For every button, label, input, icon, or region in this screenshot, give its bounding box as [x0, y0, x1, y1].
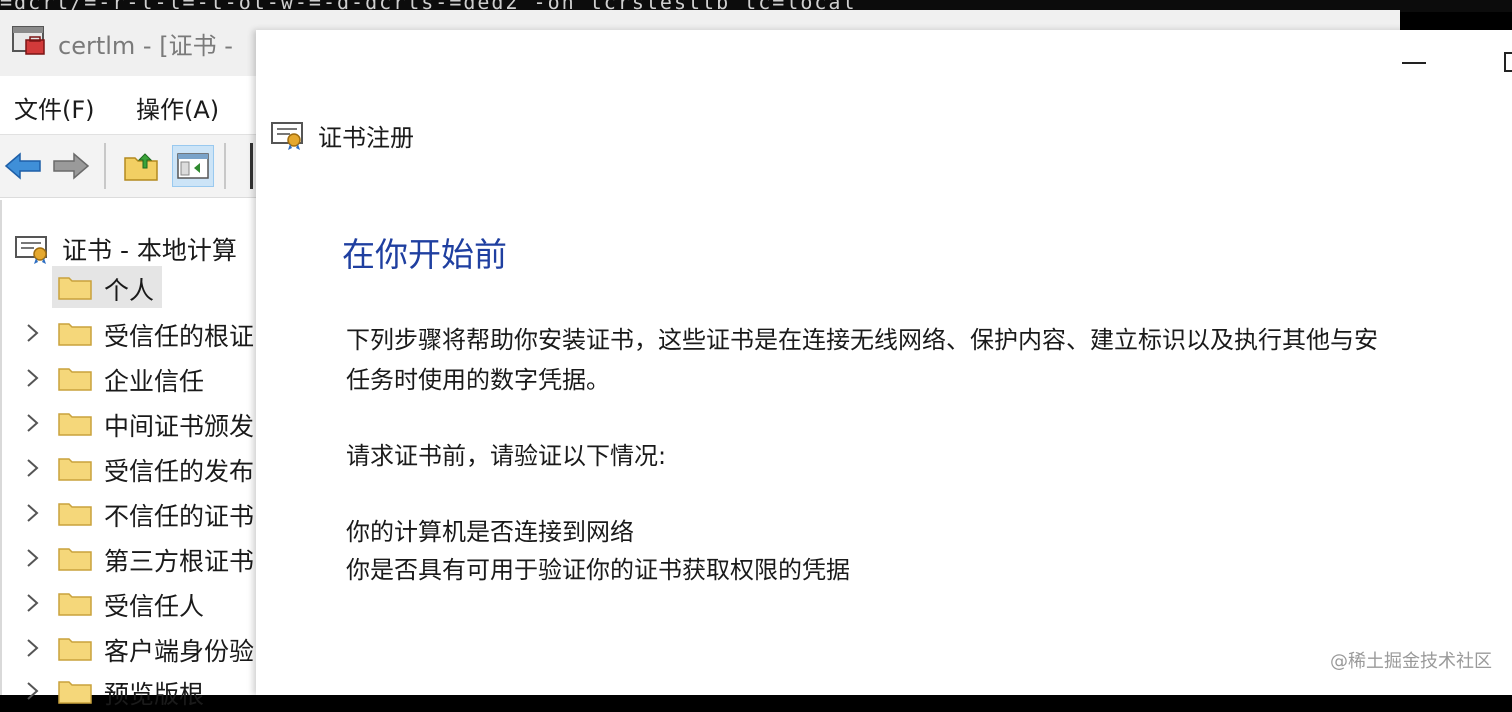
- intro-text-line-2: 任务时使用的数字凭据。: [346, 366, 610, 394]
- show-hide-console-tree-button[interactable]: [172, 145, 214, 187]
- tree-item[interactable]: 企业信任: [2, 357, 262, 399]
- maximize-button[interactable]: [1504, 52, 1512, 72]
- chevron-right-icon[interactable]: [22, 592, 42, 614]
- toolbar-separator: [224, 143, 226, 189]
- up-one-level-button[interactable]: [120, 145, 162, 187]
- chevron-right-icon[interactable]: [22, 412, 42, 434]
- folder-icon: [58, 638, 92, 661]
- back-arrow-icon: [4, 152, 41, 180]
- chevron-right-icon[interactable]: [22, 457, 42, 479]
- certlm-app-icon: [12, 26, 45, 55]
- tree-item-label: 个人: [104, 276, 155, 305]
- tree-item-label: 受信任的发布: [104, 457, 255, 486]
- certificates-store-icon: [15, 236, 47, 264]
- page-heading: 在你开始前: [342, 235, 507, 274]
- tree-item[interactable]: 客户端身份验: [2, 627, 262, 669]
- prerequisite-network: 你的计算机是否连接到网络: [346, 518, 634, 546]
- tree-item-label: 不信任的证书: [104, 502, 255, 531]
- toolbar-separator: [250, 143, 253, 189]
- tree-item[interactable]: 不信任的证书: [2, 492, 262, 534]
- chevron-right-icon[interactable]: [22, 680, 42, 702]
- tree-item-label: 中间证书颁发: [104, 412, 255, 441]
- tree-item[interactable]: 受信任的根证: [2, 312, 262, 354]
- toolbar-separator: [104, 143, 106, 189]
- tree-item-label: 企业信任: [104, 367, 205, 396]
- tree-root[interactable]: 证书 - 本地计算: [2, 226, 262, 268]
- menu-file[interactable]: 文件(F): [14, 90, 95, 125]
- show-hide-console-tree-icon: [177, 153, 209, 179]
- folder-icon: [58, 413, 92, 436]
- tree-item-label: 预览版根: [104, 680, 205, 709]
- chevron-right-icon[interactable]: [22, 547, 42, 569]
- console-tree: 证书 - 本地计算 个人 受信任的根证 企业信任 中间证书颁发 受信任的发布 不…: [0, 200, 262, 709]
- tree-item[interactable]: 受信任人: [2, 582, 262, 624]
- forward-arrow-icon: [53, 152, 90, 180]
- tree-root-label: 证书 - 本地计算: [62, 236, 237, 265]
- minimize-button[interactable]: [1402, 48, 1426, 78]
- back-button[interactable]: [2, 145, 44, 187]
- chevron-right-icon[interactable]: [22, 322, 42, 344]
- folder-icon: [58, 458, 92, 481]
- tree-item-label: 受信任的根证: [104, 322, 255, 351]
- chevron-right-icon[interactable]: [22, 367, 42, 389]
- menu-action[interactable]: 操作(A): [136, 90, 219, 125]
- mmc-window-title: certlm - [证书 -: [58, 32, 233, 60]
- folder-icon: [58, 548, 92, 571]
- certificate-enrollment-dialog: 证书注册 在你开始前 下列步骤将帮助你安装证书，这些证书是在连接无线网络、保护内…: [256, 30, 1512, 695]
- folder-icon: [58, 368, 92, 391]
- prerequisite-intro: 请求证书前，请验证以下情况:: [346, 442, 667, 470]
- up-folder-icon: [124, 153, 158, 181]
- tree-item-label: 受信任人: [104, 592, 205, 621]
- tree-item[interactable]: 个人: [2, 266, 262, 308]
- folder-icon: [58, 277, 92, 300]
- tree-item[interactable]: 预览版根: [2, 670, 262, 712]
- intro-text-line-1: 下列步骤将帮助你安装证书，这些证书是在连接无线网络、保护内容、建立标识以及执行其…: [346, 326, 1378, 354]
- folder-icon: [58, 503, 92, 526]
- watermark: @稀土掘金技术社区: [1330, 651, 1492, 672]
- folder-icon: [58, 593, 92, 616]
- chevron-right-icon[interactable]: [22, 502, 42, 524]
- tree-item[interactable]: 中间证书颁发: [2, 402, 262, 444]
- tree-item-label: 第三方根证书: [104, 547, 255, 576]
- prerequisite-credentials: 你是否具有可用于验证你的证书获取权限的凭据: [346, 556, 850, 584]
- certificate-icon: [271, 122, 303, 150]
- folder-icon: [58, 323, 92, 346]
- tree-item-label: 客户端身份验: [104, 637, 255, 666]
- chevron-right-icon[interactable]: [22, 637, 42, 659]
- tree-item[interactable]: 第三方根证书: [2, 537, 262, 579]
- tree-item[interactable]: 受信任的发布: [2, 447, 262, 489]
- forward-button[interactable]: [50, 145, 92, 187]
- folder-icon: [58, 681, 92, 704]
- dialog-title: 证书注册: [318, 124, 414, 152]
- minimize-icon: [1402, 62, 1426, 64]
